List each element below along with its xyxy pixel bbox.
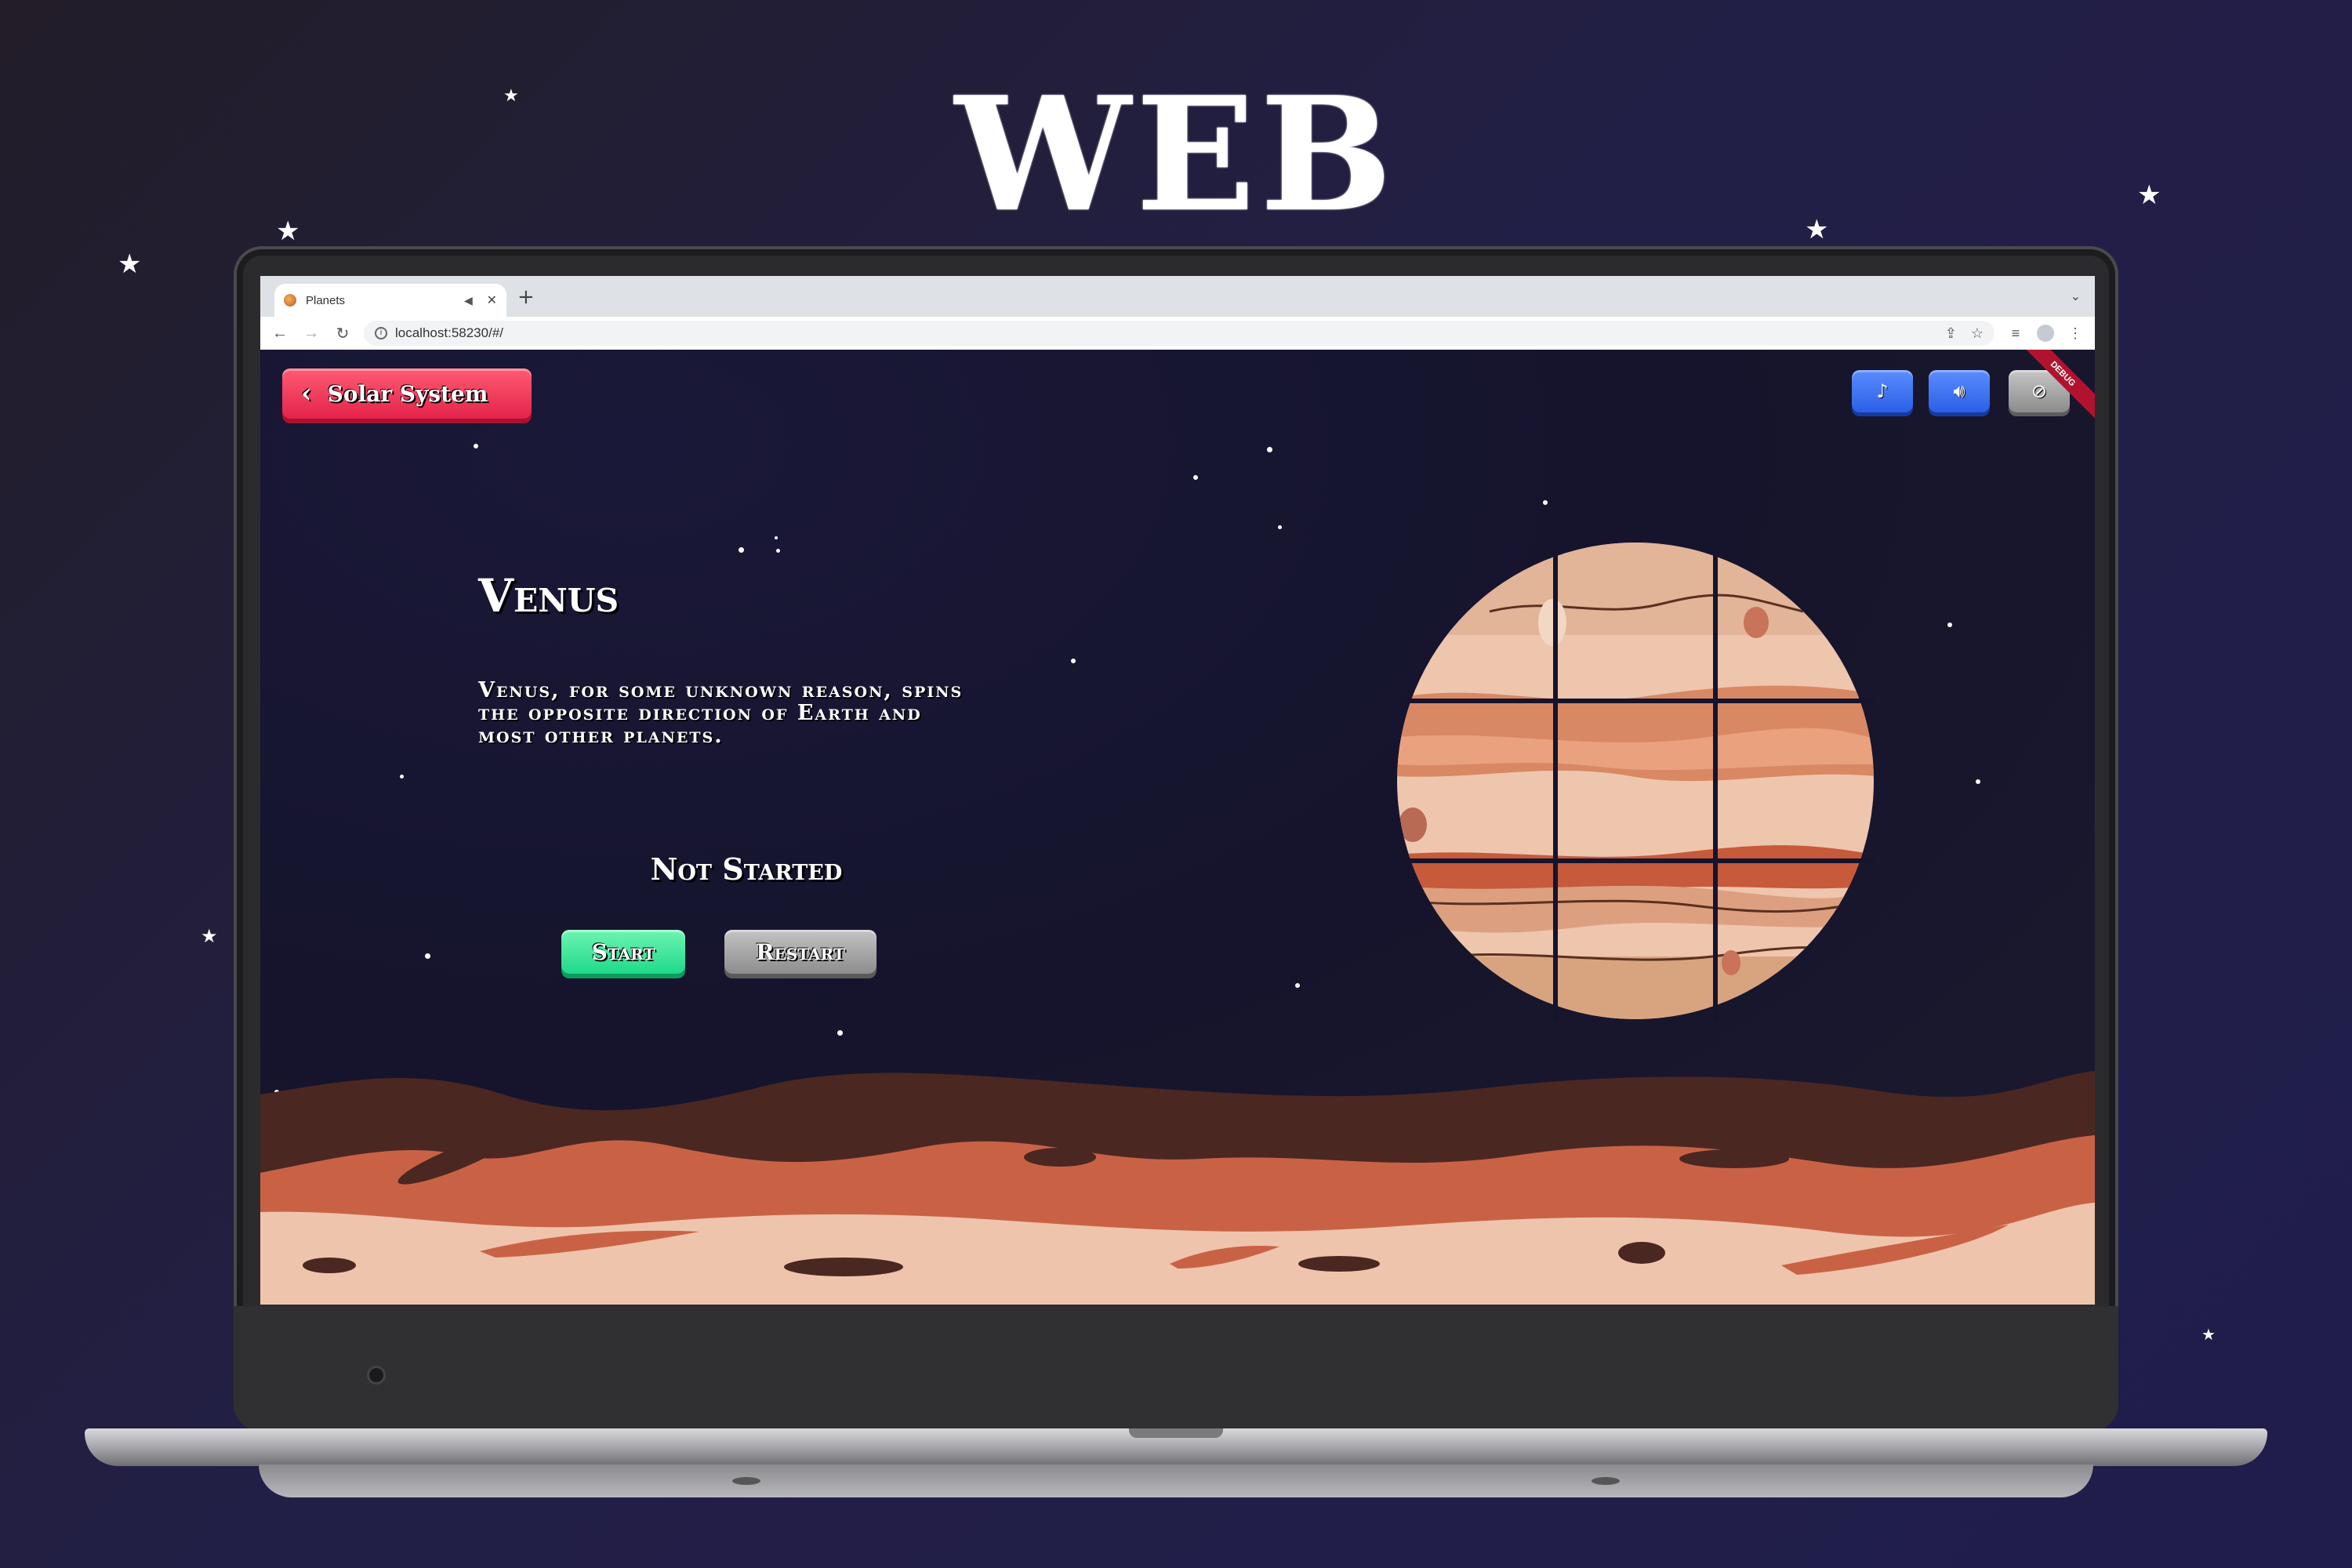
star-dot [425, 953, 430, 959]
camera-icon [367, 1366, 386, 1385]
url-text[interactable]: localhost:58230/#/ [395, 325, 1931, 341]
solar-system-back-button[interactable]: ‹ Solar System [282, 368, 532, 419]
browser-chrome: Planets ◀ ︎ ✕ + ⌄ ← → ↻ i localhost:5823… [260, 276, 2095, 350]
planet-surface-landscape [260, 1071, 2095, 1305]
star-dot [400, 775, 404, 779]
star-dot [1543, 500, 1548, 505]
star-icon: ★ [1805, 214, 1829, 245]
star-dot [1071, 659, 1076, 663]
star-icon: ★ [2201, 1325, 2216, 1344]
star-dot [1295, 983, 1300, 988]
planet-puzzle[interactable] [1396, 541, 1875, 1021]
star-icon: ★ [2137, 180, 2161, 211]
star-dot [739, 547, 744, 553]
star-dot [1976, 779, 1980, 784]
share-icon[interactable]: ⇪ [1945, 325, 1957, 342]
back-arrow-icon[interactable]: ← [270, 325, 290, 343]
speaker-icon: 🔊︎ [1953, 380, 1965, 402]
address-bar[interactable]: i localhost:58230/#/ ⇪ ☆ [364, 321, 1994, 346]
menu-kebab-icon[interactable]: ⋮ [2065, 325, 2085, 342]
tab-strip: Planets ◀ ︎ ✕ + ⌄ [260, 276, 2095, 317]
laptop-bezel-bottom [234, 1306, 2118, 1432]
back-button-label: Solar System [327, 380, 488, 407]
laptop-foot [732, 1477, 760, 1485]
start-button[interactable]: Start [561, 930, 685, 974]
star-dot [1278, 525, 1282, 529]
star-dot [837, 1030, 843, 1036]
bookmark-star-icon[interactable]: ☆ [1971, 325, 1984, 342]
star-dot [776, 549, 780, 553]
star-dot [1267, 447, 1272, 452]
browser-tab[interactable]: Planets ◀ ︎ ✕ [274, 284, 506, 317]
planet-favicon-icon [284, 294, 296, 307]
star-dot [474, 444, 478, 448]
music-note-icon: ♪ [1876, 380, 1889, 402]
chevron-down-icon[interactable]: ⌄ [2071, 289, 2081, 303]
planet-title: Venus [478, 569, 619, 622]
sound-toggle-button[interactable]: 🔊︎ [1929, 370, 1990, 412]
star-icon: ★ [503, 86, 519, 106]
chevron-left-icon: ‹ [301, 378, 312, 409]
restart-button[interactable]: Restart [724, 930, 877, 974]
forward-arrow-icon[interactable]: → [301, 325, 321, 343]
reading-list-icon[interactable]: ≡ [2005, 325, 2026, 342]
laptop-screen: Planets ◀ ︎ ✕ + ⌄ ← → ↻ i localhost:5823… [260, 276, 2095, 1305]
eye-off-icon: ⊘ [2031, 380, 2048, 402]
laptop-base-bottom [259, 1465, 2093, 1497]
game-canvas: ‹ Solar System ♪ 🔊︎ ⊘ DEBUG Venus Venus,… [260, 350, 2095, 1305]
star-dot [1947, 622, 1952, 627]
star-icon: ★ [276, 216, 300, 247]
profile-avatar[interactable] [2037, 325, 2054, 342]
laptop-foot [1592, 1477, 1620, 1485]
close-tab-icon[interactable]: ✕ [487, 292, 497, 308]
star-icon: ★ [201, 925, 218, 947]
reload-icon[interactable]: ↻ [332, 324, 353, 343]
page-headline: WEB [954, 63, 1398, 247]
new-tab-button[interactable]: + [517, 285, 535, 309]
star-dot [775, 536, 778, 539]
star-icon: ★ [118, 249, 142, 280]
info-icon[interactable]: i [375, 327, 387, 339]
music-toggle-button[interactable]: ♪ [1852, 370, 1913, 412]
planet-description: Venus, for some unknown reason, spins th… [478, 678, 964, 748]
laptop-notch [1129, 1428, 1223, 1438]
game-status: Not Started [650, 851, 843, 887]
browser-toolbar: ← → ↻ i localhost:58230/#/ ⇪ ☆ ≡ ⋮ [260, 317, 2095, 350]
speaker-icon[interactable]: ◀ ︎ [464, 294, 476, 307]
star-dot [1193, 475, 1198, 480]
tab-title: Planets [306, 293, 346, 307]
